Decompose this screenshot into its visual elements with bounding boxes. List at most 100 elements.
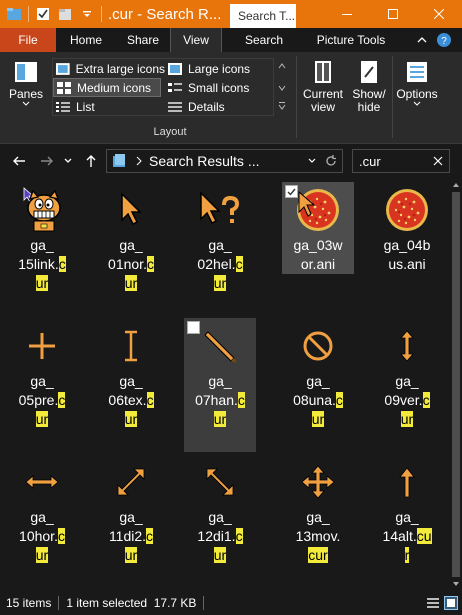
panes-button[interactable]: Panes <box>6 58 46 107</box>
tab-view[interactable]: View <box>170 28 222 52</box>
file-name: ga_ 07han.c ur <box>195 373 245 427</box>
file-item[interactable]: ga_ 09ver.c ur <box>371 318 443 429</box>
medium-icons-icon <box>57 81 71 94</box>
file-name: ga_ 13mov. cur <box>295 509 341 563</box>
pizza-icon <box>383 186 431 234</box>
file-name: ga_ 09ver.c ur <box>384 373 430 427</box>
search-match-highlight: cur <box>308 547 328 563</box>
back-button[interactable] <box>10 152 28 170</box>
new-folder-icon[interactable] <box>57 6 73 22</box>
file-name: ga_ 01nor.c ur <box>108 237 154 291</box>
search-input[interactable] <box>359 153 431 169</box>
vertical-scrollbar[interactable] <box>450 178 462 591</box>
file-item[interactable]: ga_03w or.ani <box>282 182 354 274</box>
file-item[interactable]: ga_ 06tex.c ur <box>95 318 167 429</box>
file-name: ga_ 02hel.c ur <box>197 237 243 291</box>
scroll-down-icon <box>453 582 459 586</box>
clear-search-icon[interactable] <box>433 156 443 166</box>
details-view-icon[interactable] <box>426 596 440 610</box>
vertical-resize-icon <box>383 322 431 370</box>
list-icon <box>56 101 70 112</box>
quick-access-toolbar <box>0 0 102 28</box>
file-item[interactable]: ga_ 01nor.c ur <box>95 182 167 293</box>
properties-icon[interactable] <box>35 6 51 22</box>
file-item[interactable]: ga_ 14alt.cu r <box>371 454 443 565</box>
tab-file[interactable]: File <box>0 28 56 52</box>
file-name: ga_ 12di1.c ur <box>197 509 243 563</box>
selection-info: 1 item selected 17.7 KB <box>66 596 197 610</box>
layout-gallery: Extra large icons Large icons Medium ico… <box>52 58 274 116</box>
divider <box>296 56 297 138</box>
layout-group-label: Layout <box>153 126 187 138</box>
horizontal-resize-icon <box>18 458 66 506</box>
navigation-bar: Search Results ... <box>0 144 462 178</box>
file-item[interactable]: ga_ 11di2.c ur <box>95 454 167 565</box>
options-button[interactable]: Options <box>394 58 440 107</box>
tab-home[interactable]: Home <box>56 28 116 52</box>
text-cursor-icon <box>107 322 155 370</box>
layout-small-icons[interactable]: Small icons <box>165 78 273 97</box>
file-item[interactable]: ga_04b us.ani <box>371 182 443 274</box>
folder-icon[interactable] <box>6 6 22 22</box>
file-item[interactable]: ga_ 08una.c ur <box>282 318 354 429</box>
divider <box>101 6 102 22</box>
file-name: ga_03w or.ani <box>293 237 343 272</box>
collapse-ribbon-icon[interactable] <box>414 32 430 48</box>
crosshair-cursor-icon <box>18 322 66 370</box>
show-hide-button[interactable]: Show/ hide <box>348 58 390 114</box>
current-view-button[interactable]: Current view <box>300 58 346 114</box>
customize-dropdown-icon[interactable] <box>79 6 95 22</box>
search-tools-context-tab[interactable]: Search T... <box>230 4 296 28</box>
file-item[interactable]: ga_ 02hel.c ur <box>184 182 256 293</box>
file-item[interactable]: ga_ 10hor.c ur <box>6 454 78 565</box>
layout-details[interactable]: Details <box>165 97 273 116</box>
diagonal-resize-2-icon <box>107 458 155 506</box>
recent-locations-button[interactable] <box>62 152 74 170</box>
item-count: 15 items <box>6 596 52 610</box>
large-icons-view-icon[interactable] <box>444 596 458 610</box>
address-bar[interactable]: Search Results ... <box>106 149 343 173</box>
file-item[interactable]: ga_ 13mov. cur <box>282 454 354 565</box>
search-box[interactable] <box>352 149 450 173</box>
close-button[interactable] <box>416 0 462 28</box>
layout-large-icons[interactable]: Large icons <box>165 59 273 78</box>
layout-list[interactable]: List <box>53 97 161 116</box>
layout-gallery-scroll[interactable] <box>276 58 288 116</box>
tab-search[interactable]: Search <box>222 28 306 52</box>
extra-large-icons-icon <box>55 62 70 75</box>
divider <box>203 596 205 610</box>
file-name: ga_ 14alt.cu r <box>382 509 432 563</box>
small-icons-icon <box>168 82 182 92</box>
scroll-up-icon <box>453 183 459 187</box>
tab-share[interactable]: Share <box>116 28 170 52</box>
file-item[interactable]: ga_ 12di1.c ur <box>184 454 256 565</box>
forward-button[interactable] <box>38 152 56 170</box>
ribbon-panel: Panes Extra large icons Large icons Medi… <box>0 52 462 144</box>
refresh-icon[interactable] <box>324 154 338 168</box>
maximize-button[interactable] <box>370 0 416 28</box>
help-icon[interactable]: ? <box>436 32 452 48</box>
file-item[interactable]: ga_ 05pre.c ur <box>6 318 78 429</box>
file-list: ga_ 15link.c ur ga_ 01nor.c ur ga_ 02hel.c… <box>0 178 450 591</box>
breadcrumb-chevron-icon[interactable] <box>135 156 143 166</box>
up-button[interactable] <box>82 152 100 170</box>
file-name: ga_ 06tex.c ur <box>108 373 154 427</box>
file-item[interactable]: ga_ 07han.c ur <box>184 318 256 452</box>
chevron-down-icon[interactable] <box>307 156 317 166</box>
layout-extra-large-icons[interactable]: Extra large icons <box>53 59 165 78</box>
divider <box>392 56 393 138</box>
minimize-button[interactable] <box>324 0 370 28</box>
forward-arrow-icon <box>41 156 53 166</box>
status-bar: 15 items 1 item selected 17.7 KB <box>0 591 462 615</box>
tab-picture-tools[interactable]: Picture Tools <box>306 28 396 52</box>
file-name: ga_ 15link.c ur <box>18 237 66 291</box>
unavailable-cursor-icon <box>294 322 342 370</box>
layout-medium-icons[interactable]: Medium icons <box>53 78 161 97</box>
file-item[interactable]: ga_ 15link.c ur <box>6 182 78 293</box>
arrow-cursor-icon <box>107 186 155 234</box>
svg-text:?: ? <box>441 36 447 47</box>
scrollbar-thumb[interactable] <box>452 192 460 577</box>
file-name: ga_ 08una.c ur <box>293 373 343 427</box>
file-name: ga_04b us.ani <box>383 237 431 272</box>
panes-label: Panes <box>8 87 44 101</box>
